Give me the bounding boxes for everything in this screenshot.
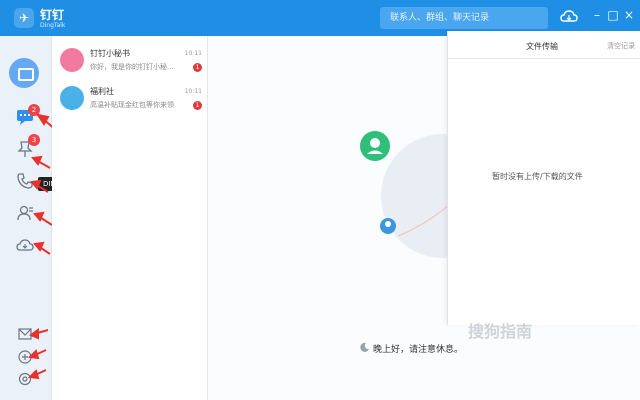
list-item[interactable]: 福利社 10:11 高温补贴现金红包等你来领 1	[52, 80, 208, 120]
chat-list: 钉钉小秘书 10:11 你好，我是你的钉钉小秘... 1 福利社 10:11 高…	[52, 36, 208, 400]
clear-records-button[interactable]: 清空记录	[607, 41, 635, 51]
list-item[interactable]: 钉钉小秘书 10:11 你好，我是你的钉钉小秘... 1	[52, 42, 208, 82]
avatar	[60, 48, 84, 72]
panel-header: 文件传输 清空记录	[448, 31, 640, 59]
file-transfer-panel: 文件传输 清空记录 暂时没有上传/下载的文件	[447, 31, 640, 325]
panel-title: 文件传输	[526, 42, 558, 51]
moon-icon	[360, 342, 369, 352]
chat-preview: 高温补贴现金红包等你来领	[90, 101, 174, 109]
chat-time: 10:11	[184, 88, 202, 95]
avatar	[60, 86, 84, 110]
watermark: 搜狗指南	[468, 322, 533, 341]
unread-badge: 1	[193, 101, 202, 110]
unread-badge: 1	[193, 63, 202, 72]
greeting-text: 晚上好，请注意休息。	[373, 345, 464, 355]
chat-time: 10:11	[184, 50, 202, 57]
chat-name: 福利社	[90, 87, 114, 96]
empty-state-text: 暂时没有上传/下载的文件	[492, 172, 583, 181]
chat-preview: 你好，我是你的钉钉小秘...	[90, 63, 174, 71]
dingtalk-window: ✈ 钉钉 DingTalk 联系人、群组、聊天记录 – □ × 2 3 DING	[0, 0, 640, 400]
chat-name: 钉钉小秘书	[90, 49, 130, 58]
